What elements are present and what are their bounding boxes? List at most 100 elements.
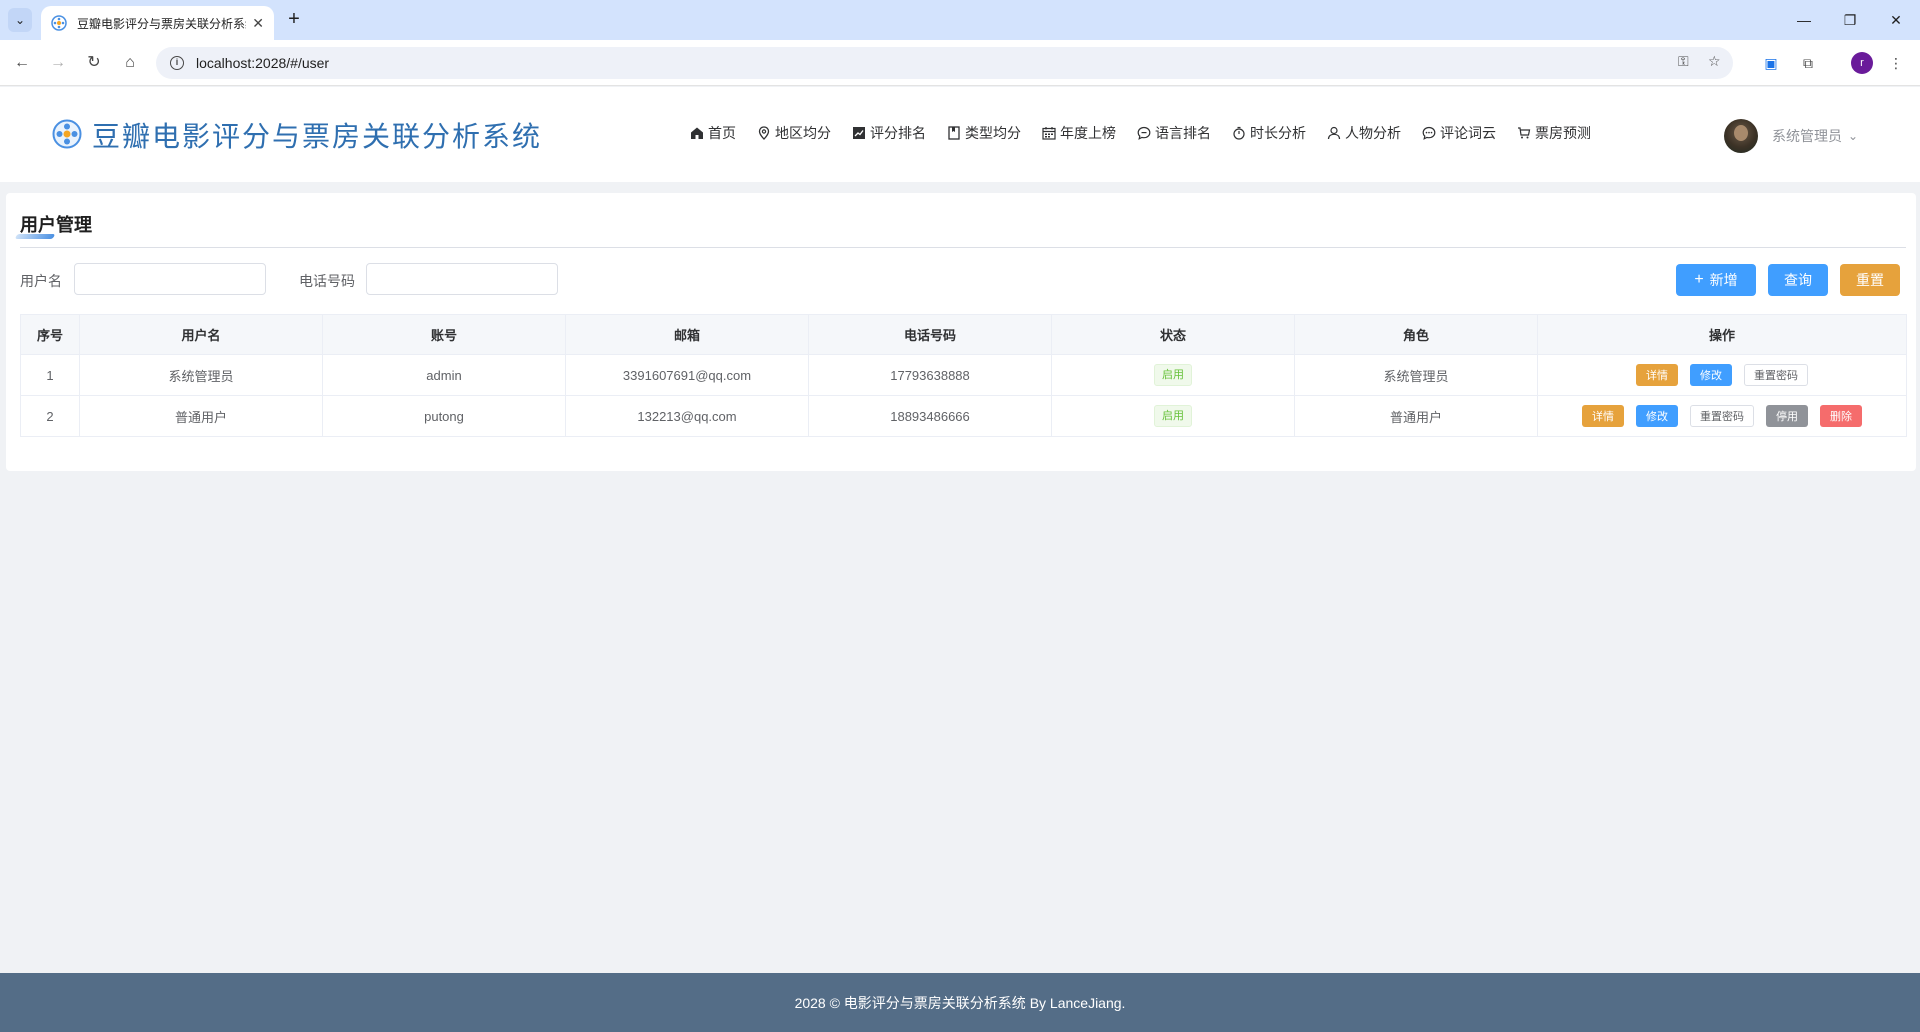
nav-label: 年度上榜 xyxy=(1060,125,1116,141)
column-header: 用户名 xyxy=(79,314,323,355)
status-badge: 启用 xyxy=(1154,364,1192,386)
new-tab-plus-icon[interactable]: + xyxy=(282,8,306,32)
column-header: 账号 xyxy=(322,314,566,355)
calendar-icon xyxy=(1042,127,1056,140)
user-table: 序号 用户名 账号 邮箱 电话号码 状态 角色 操作 1 系统管理员 admin… xyxy=(20,314,1907,437)
restore-icon[interactable]: ❐ xyxy=(1838,8,1862,32)
forward-arrow-icon[interactable]: → xyxy=(46,51,70,75)
nav-label: 首页 xyxy=(708,125,736,141)
cell-phone: 17793638888 xyxy=(808,354,1052,396)
address-bar-url[interactable]: localhost:2028/#/user xyxy=(196,55,329,71)
bookmark-star-icon[interactable]: ☆ xyxy=(1708,53,1721,70)
cell-actions: 详情 修改 重置密码 xyxy=(1537,354,1907,396)
cell-status: 启用 xyxy=(1051,395,1295,437)
browser-menu-kebab-icon[interactable]: ⋮ xyxy=(1885,52,1907,74)
nav-label: 评论词云 xyxy=(1440,125,1496,141)
cell-index: 1 xyxy=(20,354,80,396)
user-management-card: 用户管理 用户名 电话号码 + 新增 查询 重置 序号 用户名 账号 邮箱 电话… xyxy=(6,193,1916,471)
nav-label: 票房预测 xyxy=(1535,125,1591,141)
delete-button[interactable]: 删除 xyxy=(1820,405,1862,427)
back-arrow-icon[interactable]: ← xyxy=(10,51,34,75)
status-badge: 启用 xyxy=(1154,405,1192,427)
phone-filter-input[interactable] xyxy=(366,263,558,295)
profile-avatar[interactable]: r xyxy=(1851,52,1873,74)
nav-duration-analysis[interactable]: 时长分析 xyxy=(1232,123,1306,143)
window-close-icon[interactable]: ✕ xyxy=(1884,8,1908,32)
user-dropdown[interactable]: 系统管理员 ⌄ xyxy=(1724,119,1858,153)
detail-button[interactable]: 详情 xyxy=(1636,364,1678,386)
phone-filter-label: 电话号码 xyxy=(299,273,355,289)
browser-toolbar: ← → ↻ ⌂ i localhost:2028/#/user ⚿ ☆ ▣ ⧉ … xyxy=(0,40,1920,86)
reset-password-button[interactable]: 重置密码 xyxy=(1744,364,1808,386)
site-info-icon[interactable]: i xyxy=(170,56,184,70)
avatar[interactable] xyxy=(1724,119,1758,153)
nav-home[interactable]: 首页 xyxy=(690,123,736,143)
cell-email: 3391607691@qq.com xyxy=(565,354,809,396)
extension-app-icon[interactable]: ▣ xyxy=(1760,52,1782,74)
location-icon xyxy=(758,126,770,140)
chevron-down-icon[interactable]: ⌄ xyxy=(1848,129,1858,143)
nav-language-rank[interactable]: 语言排名 xyxy=(1137,123,1211,143)
table-row: 2 普通用户 putong 132213@qq.com 18893486666 … xyxy=(20,395,1907,437)
film-reel-logo-icon xyxy=(52,119,82,149)
add-button-label: 新增 xyxy=(1709,272,1738,288)
tab-title: 豆瓣电影评分与票房关联分析系统 xyxy=(77,16,247,31)
username-filter-input[interactable] xyxy=(74,263,266,295)
nav-label: 评分排名 xyxy=(870,125,926,141)
query-button[interactable]: 查询 xyxy=(1768,264,1828,296)
nav-label: 类型均分 xyxy=(965,125,1021,141)
plus-icon: + xyxy=(1694,271,1704,288)
cell-username: 普通用户 xyxy=(79,395,323,437)
tab-search-chevron-icon[interactable]: ⌄ xyxy=(8,8,32,32)
reload-icon[interactable]: ↻ xyxy=(82,51,106,75)
detail-button[interactable]: 详情 xyxy=(1582,405,1624,427)
tab-close-icon[interactable]: ✕ xyxy=(252,15,264,32)
column-header: 角色 xyxy=(1294,314,1538,355)
edit-button[interactable]: 修改 xyxy=(1690,364,1732,386)
footer: 2028 © 电影评分与票房关联分析系统 By LanceJiang. xyxy=(0,973,1920,1032)
nav-boxoffice-forecast[interactable]: 票房预测 xyxy=(1517,123,1591,143)
chat-dots-icon xyxy=(1422,126,1436,140)
reset-button[interactable]: 重置 xyxy=(1840,264,1900,296)
column-header: 序号 xyxy=(20,314,80,355)
minimize-icon[interactable]: — xyxy=(1792,8,1816,32)
stopwatch-icon xyxy=(1233,126,1245,140)
cell-actions: 详情 修改 重置密码 停用 删除 xyxy=(1537,395,1907,437)
nav-person-analysis[interactable]: 人物分析 xyxy=(1327,123,1401,143)
table-header-row: 序号 用户名 账号 邮箱 电话号码 状态 角色 操作 xyxy=(20,314,1907,355)
cell-account: putong xyxy=(322,395,566,437)
cell-account: admin xyxy=(322,354,566,396)
user-icon xyxy=(1327,126,1341,140)
extensions-puzzle-icon[interactable]: ⧉ xyxy=(1797,52,1819,74)
nav-yearly-list[interactable]: 年度上榜 xyxy=(1042,123,1116,143)
nav-genre-avg[interactable]: 类型均分 xyxy=(947,123,1021,143)
nav-rating-rank[interactable]: 评分排名 xyxy=(852,123,926,143)
app-header: 豆瓣电影评分与票房关联分析系统 首页 地区均分 评分排名 类型均分 年度上榜 语… xyxy=(0,87,1920,182)
browser-tab-active[interactable]: 豆瓣电影评分与票房关联分析系统 ✕ xyxy=(41,6,274,40)
shopping-cart-icon xyxy=(1518,127,1531,139)
trend-chart-icon xyxy=(853,127,865,139)
nav-region-avg[interactable]: 地区均分 xyxy=(757,123,831,143)
disable-button[interactable]: 停用 xyxy=(1766,405,1808,427)
home-icon xyxy=(691,127,703,139)
film-reel-favicon-icon xyxy=(51,15,67,31)
chat-icon xyxy=(1137,126,1151,140)
nav-label: 语言排名 xyxy=(1155,125,1211,141)
edit-button[interactable]: 修改 xyxy=(1636,405,1678,427)
nav-comment-wordcloud[interactable]: 评论词云 xyxy=(1422,123,1496,143)
add-button[interactable]: + 新增 xyxy=(1676,264,1756,296)
column-header: 状态 xyxy=(1051,314,1295,355)
cell-phone: 18893486666 xyxy=(808,395,1052,437)
address-bar[interactable]: i localhost:2028/#/user ⚿ ☆ xyxy=(156,47,1733,79)
home-page-icon[interactable]: ⌂ xyxy=(118,51,142,75)
password-key-icon[interactable]: ⚿ xyxy=(1678,53,1689,70)
cell-index: 2 xyxy=(20,395,80,437)
column-header: 操作 xyxy=(1537,314,1907,355)
table-row: 1 系统管理员 admin 3391607691@qq.com 17793638… xyxy=(20,354,1907,396)
reset-password-button[interactable]: 重置密码 xyxy=(1690,405,1754,427)
browser-tab-bar: ⌄ 豆瓣电影评分与票房关联分析系统 ✕ + — ❐ ✕ xyxy=(0,0,1920,40)
cell-email: 132213@qq.com xyxy=(565,395,809,437)
title-underline-decoration xyxy=(14,234,56,239)
column-header: 邮箱 xyxy=(565,314,809,355)
user-name[interactable]: 系统管理员 xyxy=(1772,126,1842,146)
